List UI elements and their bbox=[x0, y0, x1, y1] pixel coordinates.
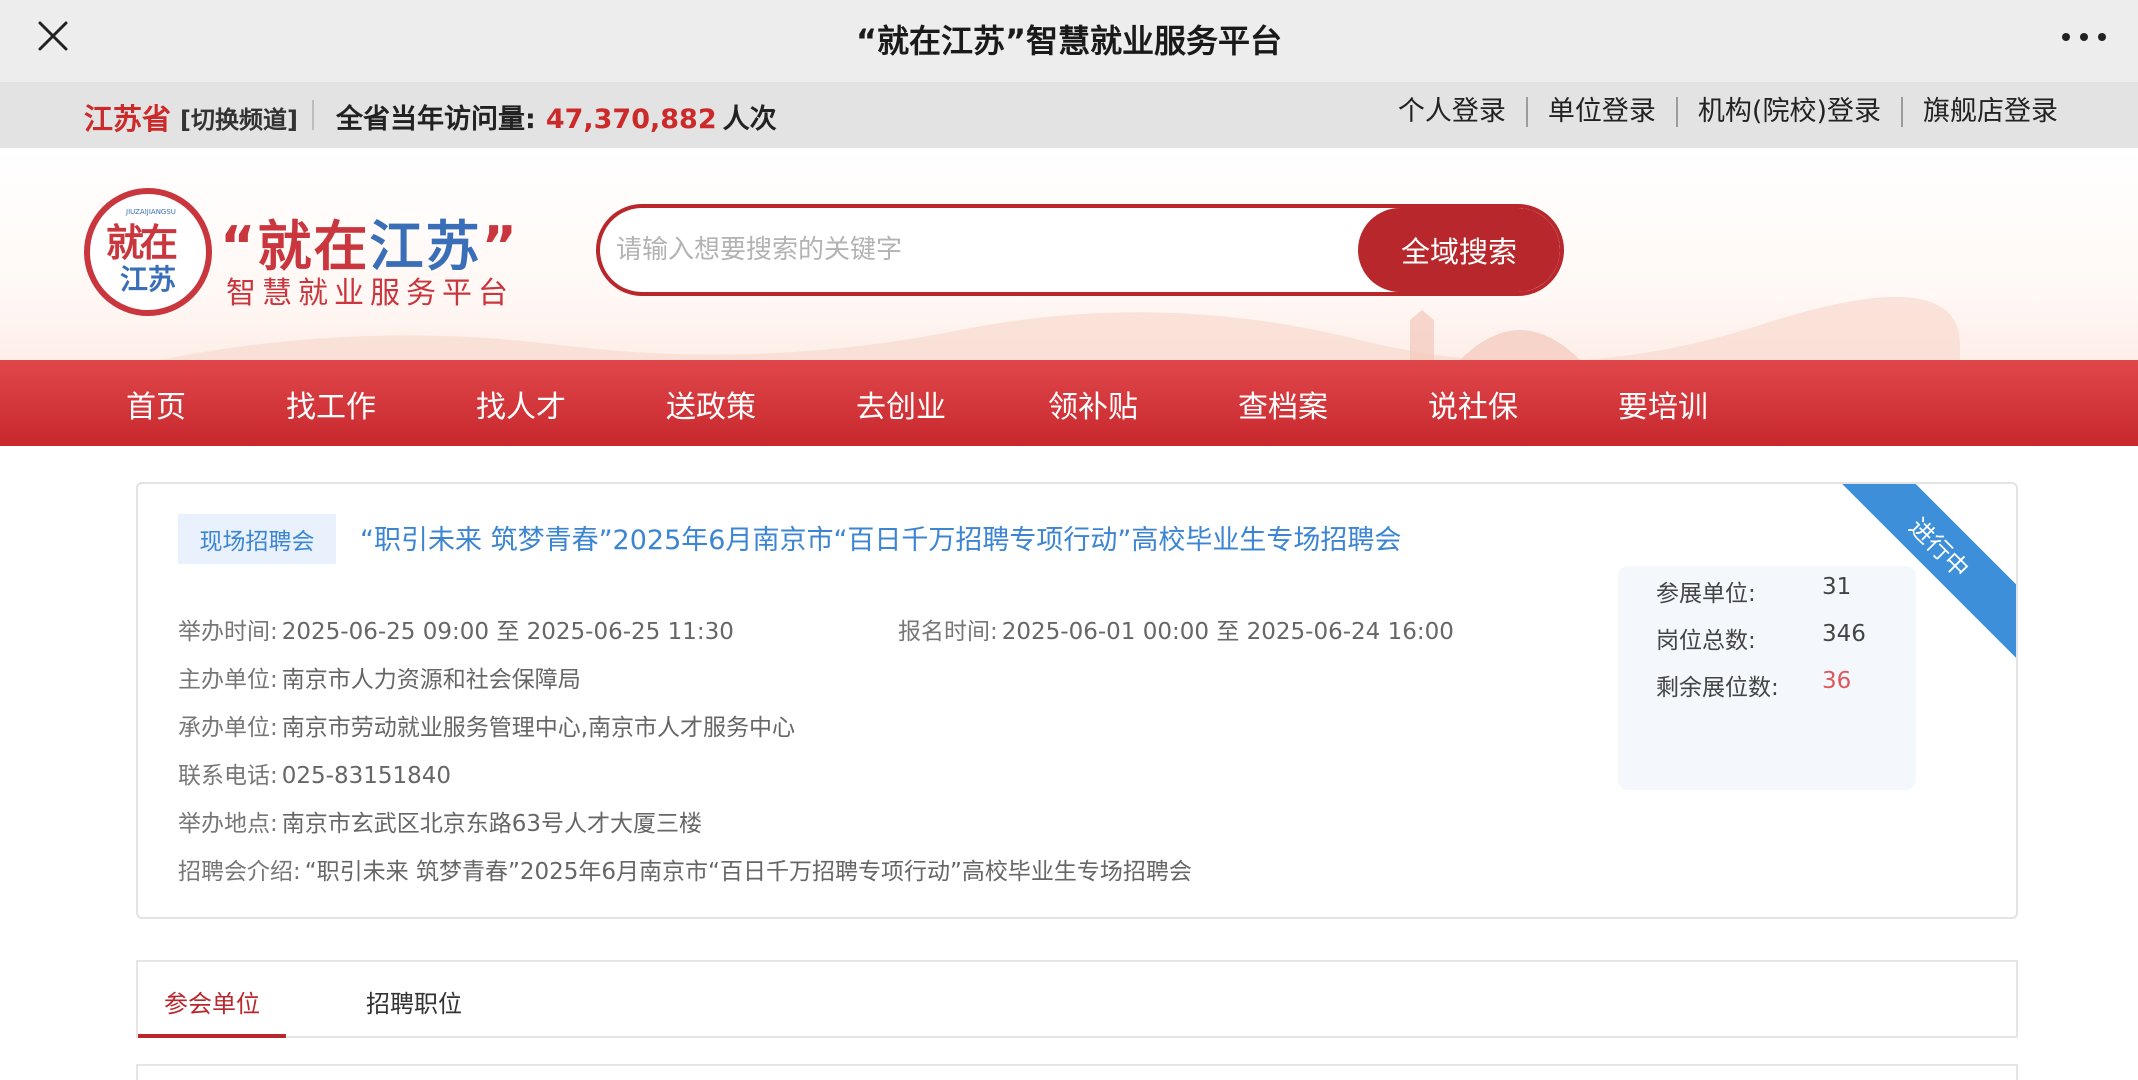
positions-count: 346 bbox=[1822, 621, 1866, 647]
flagship-login-link[interactable]: 旗舰店登录 bbox=[1901, 97, 2058, 127]
nav-archive[interactable]: 查档案 bbox=[1238, 382, 1328, 426]
nav-home[interactable]: 首页 bbox=[126, 382, 186, 426]
login-links: 个人登录 单位登录 机构(院校)登录 旗舰店登录 bbox=[1378, 97, 2058, 127]
intro-row: 招聘会介绍: “职引未来 筑梦青春”2025年6月南京市“百日千万招聘专项行动”高… bbox=[178, 859, 1192, 885]
exhibitors-count: 31 bbox=[1822, 574, 1852, 600]
host-row: 主办单位: 南京市人力资源和社会保障局 bbox=[178, 667, 581, 693]
nav-find-talent[interactable]: 找人才 bbox=[476, 382, 566, 426]
site-logo[interactable]: JIUZAIJIANGSU 就在 江苏 bbox=[84, 188, 212, 316]
nav-policy[interactable]: 送政策 bbox=[666, 382, 756, 426]
search-box: 全域搜索 bbox=[596, 204, 1564, 296]
remaining-count: 36 bbox=[1822, 668, 1852, 694]
visits-count: 47,370,882 bbox=[545, 104, 717, 135]
remaining-label: 剩余展位数: bbox=[1656, 675, 1779, 701]
fair-type-tag: 现场招聘会 bbox=[178, 514, 336, 564]
nav-find-job[interactable]: 找工作 bbox=[286, 382, 376, 426]
institution-login-link[interactable]: 机构(院校)登录 bbox=[1675, 97, 1901, 127]
site-header: JIUZAIJIANGSU 就在 江苏 “就在江苏” 智慧就业服务平台 全域搜索 bbox=[0, 148, 2138, 360]
signup-time-row: 报名时间: 2025-06-01 00:00 至 2025-06-24 16:00 bbox=[898, 619, 1454, 645]
brand-subtitle: 智慧就业服务平台 bbox=[226, 276, 514, 311]
tab-content-panel bbox=[136, 1064, 2018, 1080]
visits-label: 全省当年访问量: bbox=[336, 104, 536, 135]
nav-startup[interactable]: 去创业 bbox=[856, 382, 946, 426]
tab-exhibitors[interactable]: 参会单位 bbox=[164, 984, 260, 1019]
place-row: 举办地点: 南京市玄武区北京东路63号人才大厦三楼 bbox=[178, 811, 703, 837]
fair-tabs: 参会单位 招聘职位 bbox=[136, 960, 2018, 1038]
nav-subsidy[interactable]: 领补贴 bbox=[1048, 382, 1138, 426]
app-title: “就在江苏”智慧就业服务平台 bbox=[855, 22, 1283, 60]
more-dots-icon[interactable] bbox=[2062, 22, 2106, 52]
company-login-link[interactable]: 单位登录 bbox=[1525, 97, 1676, 127]
fair-title-link[interactable]: “职引未来 筑梦青春”2025年6月南京市“百日千万招聘专项行动”高校毕业生专场… bbox=[360, 518, 1401, 557]
top-info-bar: 江苏省 [切换频道] 全省当年访问量: 47,370,882 人次 个人登录 单位登… bbox=[0, 82, 2138, 148]
app-title-bar: “就在江苏”智慧就业服务平台 bbox=[0, 0, 2138, 82]
nav-social-security[interactable]: 说社保 bbox=[1428, 382, 1518, 426]
phone-row: 联系电话: 025-83151840 bbox=[178, 763, 452, 789]
visit-counter: 全省当年访问量: 47,370,882 人次 bbox=[336, 97, 777, 136]
exhibitors-label: 参展单位: bbox=[1656, 581, 1756, 607]
main-nav: 首页 找工作 找人才 送政策 去创业 领补贴 查档案 说社保 要培训 bbox=[0, 360, 2138, 446]
organizer-row: 承办单位: 南京市劳动就业服务管理中心,南京市人才服务中心 bbox=[178, 715, 796, 741]
nav-training[interactable]: 要培训 bbox=[1618, 382, 1708, 426]
logo-text-bottom: 江苏 bbox=[120, 263, 177, 296]
tab-positions[interactable]: 招聘职位 bbox=[366, 984, 462, 1019]
switch-channel-link[interactable]: [切换频道] bbox=[180, 100, 298, 135]
personal-login-link[interactable]: 个人登录 bbox=[1378, 97, 1526, 127]
province-label: 江苏省 bbox=[84, 102, 172, 136]
job-fair-card: 现场招聘会 “职引未来 筑梦青春”2025年6月南京市“百日千万招聘专项行动”高… bbox=[136, 482, 2018, 919]
search-input[interactable] bbox=[616, 208, 1336, 292]
visits-unit: 人次 bbox=[722, 104, 777, 135]
active-tab-underline bbox=[138, 1034, 286, 1038]
positions-label: 岗位总数: bbox=[1656, 628, 1756, 654]
global-search-button[interactable]: 全域搜索 bbox=[1358, 208, 1560, 292]
fair-stats-box: 参展单位: 31 岗位总数: 346 剩余展位数: 36 bbox=[1618, 566, 1916, 790]
hold-time-row: 举办时间: 2025-06-25 09:00 至 2025-06-25 11:30 bbox=[178, 619, 734, 645]
divider bbox=[312, 100, 314, 130]
